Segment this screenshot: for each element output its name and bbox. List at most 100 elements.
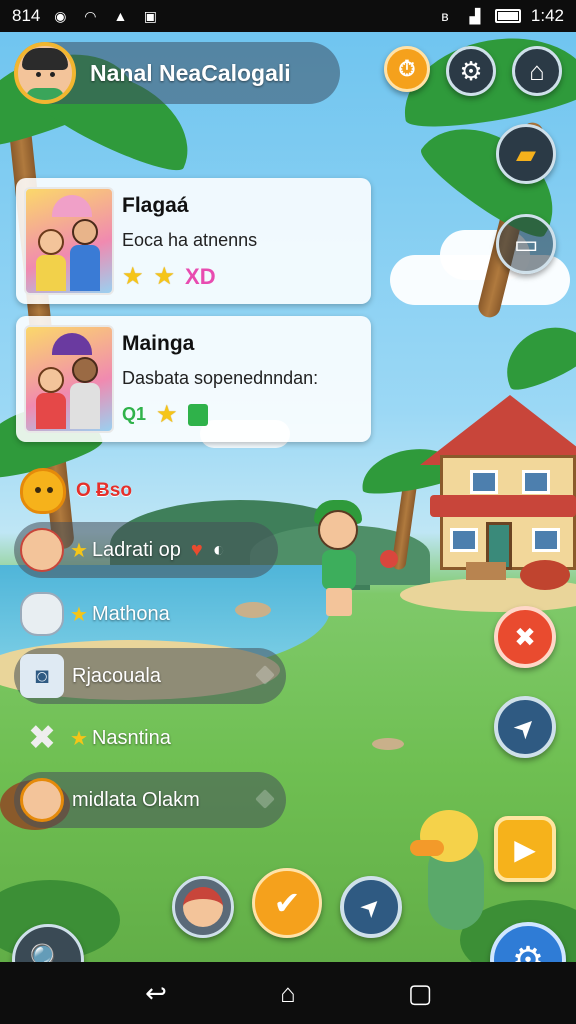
recents-icon: ▢: [407, 977, 433, 1008]
character-icon: [20, 528, 64, 572]
play-button[interactable]: ▶: [494, 816, 556, 882]
quest-thumbnail: [24, 187, 114, 295]
quest-description: Eoca ha atnenns: [122, 230, 258, 250]
tools-icon: ✖: [514, 621, 536, 652]
back-icon: ↩: [145, 977, 167, 1008]
menu-header[interactable]: O Ƀso: [20, 468, 132, 514]
system-nav-bar: ↩ ⌂ ▢: [0, 962, 576, 1024]
chevron-icon: [255, 665, 275, 685]
home-nav-button[interactable]: ⌂: [266, 971, 310, 1015]
house-steps: [466, 562, 506, 580]
play-icon: ▶: [514, 833, 536, 865]
player-character-body: [322, 550, 356, 590]
status-bar: 814 ◉ ◠ ▲ ▣ ʙ ▟ 1:42: [0, 0, 576, 32]
menu-item-label: midlata Olakm: [72, 788, 200, 811]
thumb-character: [38, 367, 64, 393]
confirm-button[interactable]: ✔: [252, 868, 322, 938]
status-carrier: 814: [12, 6, 41, 25]
navigate-button[interactable]: ➤: [340, 876, 402, 938]
tools-icon: ✖: [27, 719, 57, 757]
quest-thumbnail: [24, 325, 114, 433]
compass-button[interactable]: ➤: [494, 696, 556, 758]
quest-description: Dasbata sopenednndan:: [122, 368, 319, 388]
crab-npc[interactable]: [380, 550, 398, 568]
thumb-character: [72, 219, 98, 245]
quest-rating: ★ ★ XD: [122, 262, 216, 291]
menu-item[interactable]: ★ Ladrati op ♥ ◐: [14, 522, 278, 578]
folder-icon: ▰: [516, 138, 536, 169]
check-icon: ✔: [273, 885, 301, 921]
palm-frond: [493, 313, 576, 397]
menu-item[interactable]: midlata Olakm: [14, 772, 286, 828]
star-icon: ★: [70, 727, 88, 750]
home-button[interactable]: ⌂: [512, 46, 562, 96]
house-window: [522, 470, 550, 494]
home-icon: ⌂: [529, 55, 545, 86]
thumb-umbrella: [52, 333, 92, 355]
wifi-icon: ◠: [84, 7, 97, 24]
avatar-eye: [50, 72, 55, 77]
quest-title: Mainga: [122, 332, 195, 355]
battery-icon: [494, 9, 521, 23]
alert-icon: ▲: [113, 8, 128, 24]
house-window: [450, 528, 478, 552]
player-character[interactable]: [318, 510, 358, 550]
character-portrait-icon: [183, 887, 223, 927]
thumb-body: [70, 383, 100, 429]
signal-icon: ▟: [469, 7, 481, 24]
menu-item-label: Nasntina: [91, 726, 171, 749]
quest-card[interactable]: Flagaá Eoca ha atnenns ★ ★ XD: [16, 178, 371, 304]
star-icon: ★: [153, 263, 176, 290]
window-icon: ▭: [513, 228, 539, 259]
ghost-icon: [20, 592, 64, 636]
house-window: [532, 528, 560, 552]
map-button[interactable]: ▭: [496, 214, 556, 274]
quest-level: Q1: [122, 404, 147, 424]
menu-item[interactable]: ★ Mathona: [14, 586, 278, 642]
player-profile-bar[interactable]: Nanal NeaCalogali: [14, 42, 340, 104]
duck-npc-beak: [410, 840, 444, 856]
quest-card[interactable]: Mainga Dasbata sopenednndan: Q1 ★: [16, 316, 371, 442]
character-select-button[interactable]: [172, 876, 234, 938]
back-button[interactable]: ↩: [134, 971, 178, 1015]
thumb-body: [36, 393, 66, 429]
player-name: Nanal NeaCalogali: [90, 59, 291, 86]
inventory-button[interactable]: ▰: [496, 124, 556, 184]
thumb-body: [70, 245, 100, 291]
thumb-character: [72, 357, 98, 383]
camera-icon: ◙: [20, 654, 64, 698]
menu-item[interactable]: ◙ Rjacouala: [14, 648, 286, 704]
menu-item-label: Ladrati op: [91, 538, 181, 561]
avatar[interactable]: [14, 42, 76, 104]
quest-badge: XD: [185, 263, 216, 289]
avatar-hair: [22, 48, 68, 70]
menu-item-label: Mathona: [91, 602, 170, 625]
quest-title: Flagaá: [122, 194, 189, 217]
chevron-icon: [255, 789, 275, 809]
blob-mascot-icon: [20, 468, 66, 514]
menu-item-label: Rjacouala: [72, 664, 161, 687]
timer-button[interactable]: ⏱: [384, 46, 430, 92]
tools-button[interactable]: ✖: [494, 606, 556, 668]
rock: [372, 738, 404, 750]
status-time: 1:42: [530, 6, 564, 25]
friend-avatar-icon: [20, 778, 64, 822]
menu-item[interactable]: ✖ ★ Nasntina: [14, 710, 286, 766]
globe-icon: ◐: [212, 538, 225, 561]
settings-button[interactable]: ⚙: [446, 46, 496, 96]
flower-bush: [520, 560, 570, 590]
thumb-decor: [52, 195, 92, 217]
star-icon: ★: [70, 539, 88, 562]
menu-header-label: O Ƀso: [76, 480, 132, 501]
recents-button[interactable]: ▢: [398, 971, 442, 1015]
bluetooth-icon: ʙ: [441, 8, 449, 24]
house-window: [470, 470, 498, 494]
thumb-character: [38, 229, 64, 255]
quest-badge-icon: [187, 403, 208, 426]
star-icon: ★: [156, 401, 178, 428]
house-awning: [430, 495, 576, 517]
gear-icon: ⚙: [459, 55, 483, 86]
quest-rating: Q1 ★: [122, 400, 208, 429]
heart-icon: ♥: [190, 538, 203, 561]
star-icon: ★: [70, 603, 88, 626]
